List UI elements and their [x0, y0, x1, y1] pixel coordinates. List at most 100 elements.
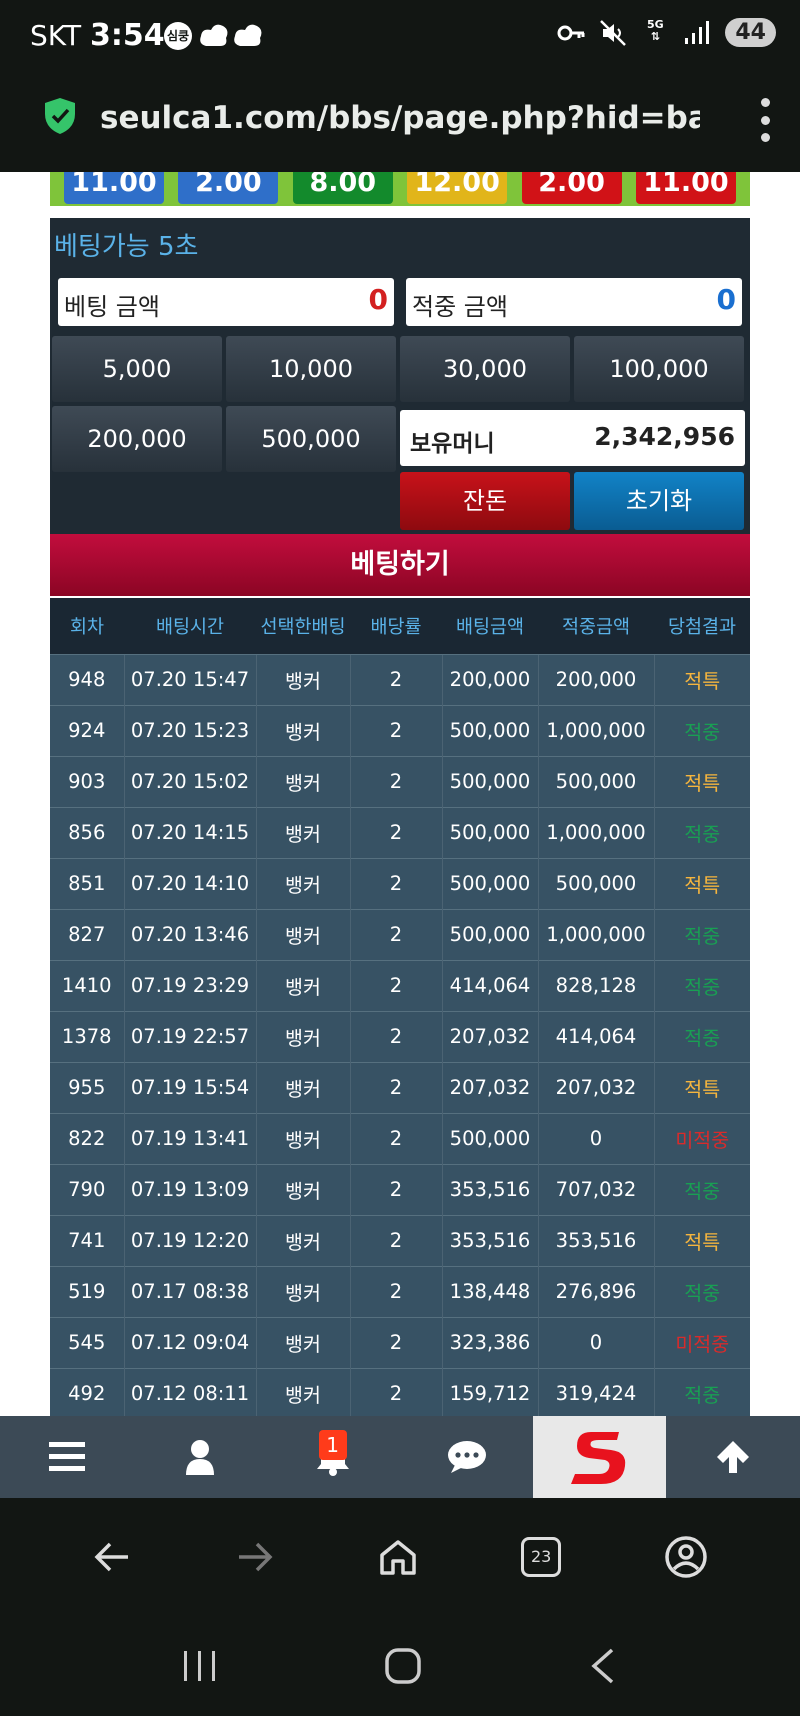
place-bet-button[interactable]: 베팅하기: [50, 534, 750, 596]
bet-amount-label: 베팅 금액: [64, 293, 160, 321]
notification-app-icon: 심쿵: [164, 22, 192, 50]
back-arrow-icon[interactable]: [92, 1537, 132, 1577]
win-cell: 207,032: [537, 1061, 654, 1113]
chip-30000-button[interactable]: 30,000: [400, 336, 570, 402]
round-cell: 955: [50, 1061, 124, 1113]
chip-10000-button[interactable]: 10,000: [226, 336, 396, 402]
win-cell: 500,000: [537, 857, 654, 909]
carrier-name: SKT: [30, 19, 82, 52]
odds-button-1[interactable]: 2.00: [178, 172, 279, 204]
win-cell: 414,064: [537, 1010, 654, 1062]
result-cell: 적특: [653, 1061, 750, 1113]
win-cell: 500,000: [537, 755, 654, 807]
secure-shield-icon[interactable]: [42, 96, 78, 136]
network-label: 5G: [647, 17, 664, 31]
odds-cell: 2: [349, 1061, 442, 1113]
odds-button-0[interactable]: 11.00: [64, 172, 164, 204]
odds-cell: 2: [349, 1265, 442, 1317]
url-text[interactable]: seulca1.com/bbs/page.php?hid=baccarat: [100, 100, 700, 136]
odds-cell: 2: [349, 1163, 442, 1215]
browser-toolbar: 23: [0, 1498, 800, 1616]
forward-arrow-icon[interactable]: [235, 1537, 275, 1577]
status-clock: 3:54: [89, 18, 165, 53]
pick-cell: 뱅커: [255, 653, 350, 705]
pick-cell: 뱅커: [255, 1316, 350, 1368]
network-5g-icon: 5G ⇅: [647, 17, 664, 43]
round-cell: 948: [50, 653, 124, 705]
win-amount-label: 적중 금액: [412, 293, 508, 321]
result-cell: 적중: [653, 1265, 750, 1317]
bet-cell: 207,032: [441, 1061, 538, 1113]
column-header: 회차: [50, 598, 124, 654]
more-menu-icon[interactable]: [758, 98, 772, 142]
signal-icon: [685, 20, 710, 44]
chip-200000-button[interactable]: 200,000: [52, 406, 222, 472]
win-cell: 0: [537, 1112, 654, 1164]
bet-cell: 414,064: [441, 959, 538, 1011]
web-content: 11.00 2.00 8.00 12.00 2.00 11.00 베팅가능 5초 베팅 금…: [0, 172, 800, 1416]
win-cell: 353,516: [537, 1214, 654, 1266]
result-cell: 적중: [653, 1367, 750, 1416]
recent-apps-icon[interactable]: [182, 1649, 218, 1683]
time-cell: 07.19 15:54: [123, 1061, 256, 1113]
time-cell: 07.20 15:47: [123, 653, 256, 705]
win-cell: 200,000: [537, 653, 654, 705]
nav-menu-button[interactable]: [0, 1416, 133, 1498]
round-cell: 827: [50, 908, 124, 960]
reset-button[interactable]: 초기화: [574, 472, 744, 530]
pick-cell: 뱅커: [255, 857, 350, 909]
bet-cell: 200,000: [441, 653, 538, 705]
table-row: 903 07.20 15:02 뱅커 2 500,000 500,000 적특: [50, 755, 750, 807]
odds-button-2[interactable]: 8.00: [292, 172, 393, 204]
user-icon: [185, 1440, 214, 1475]
back-button-icon[interactable]: [588, 1646, 618, 1686]
pick-cell: 뱅커: [255, 1214, 350, 1266]
round-cell: 519: [50, 1265, 124, 1317]
chat-icon: [447, 1441, 486, 1473]
nav-chat-button[interactable]: [400, 1416, 533, 1498]
column-header: 적중금액: [538, 598, 654, 654]
round-cell: 790: [50, 1163, 124, 1215]
chip-500000-button[interactable]: 500,000: [226, 406, 396, 472]
site-logo-button[interactable]: [533, 1416, 667, 1498]
bet-amount-box: 베팅 금액 0: [58, 278, 394, 326]
browser-url-bar: seulca1.com/bbs/page.php?hid=baccarat: [0, 72, 800, 172]
home-icon[interactable]: [378, 1537, 418, 1577]
time-cell: 07.12 09:04: [123, 1316, 256, 1368]
odds-button-3[interactable]: 12.00: [407, 172, 508, 204]
status-bar: SKT 3:54 심쿵 5G ⇅ 44: [0, 0, 800, 72]
bet-amount-value: 0: [368, 283, 388, 316]
odds-button-5[interactable]: 11.00: [635, 172, 736, 204]
result-cell: 적중: [653, 908, 750, 960]
key-icon: [557, 25, 585, 40]
nav-user-button[interactable]: [133, 1416, 266, 1498]
chip-100000-button[interactable]: 100,000: [574, 336, 744, 402]
odds-button-4[interactable]: 2.00: [521, 172, 622, 204]
round-cell: 1378: [50, 1010, 124, 1062]
account-icon[interactable]: [664, 1535, 708, 1579]
win-cell: 1,000,000: [537, 704, 654, 756]
scroll-top-button[interactable]: [666, 1416, 799, 1498]
win-cell: 1,000,000: [537, 806, 654, 858]
round-cell: 851: [50, 857, 124, 909]
odds-cell: 2: [349, 857, 442, 909]
round-cell: 856: [50, 806, 124, 858]
home-button-icon[interactable]: [383, 1646, 423, 1686]
bet-cell: 500,000: [441, 755, 538, 807]
chip-5000-button[interactable]: 5,000: [52, 336, 222, 402]
odds-cell: 2: [349, 1112, 442, 1164]
time-cell: 07.17 08:38: [123, 1265, 256, 1317]
table-header-row: 회차 배팅시간 선택한배팅 배당률 배팅금액 적중금액 당첨결과: [50, 598, 750, 654]
change-button[interactable]: 잔돈: [400, 472, 570, 530]
odds-cell: 2: [349, 704, 442, 756]
nav-notifications-button[interactable]: 1: [267, 1416, 400, 1498]
balance-value: 2,342,956: [594, 422, 735, 451]
site-logo: [570, 1432, 626, 1484]
result-cell: 적중: [653, 806, 750, 858]
column-header: 배팅시간: [124, 598, 256, 654]
table-row: 545 07.12 09:04 뱅커 2 323,386 0 미적중: [50, 1316, 750, 1368]
column-header: 배팅금액: [442, 598, 538, 654]
column-header: 선택한배팅: [256, 598, 350, 654]
odds-cell: 2: [349, 908, 442, 960]
tab-count-button[interactable]: 23: [521, 1537, 562, 1577]
